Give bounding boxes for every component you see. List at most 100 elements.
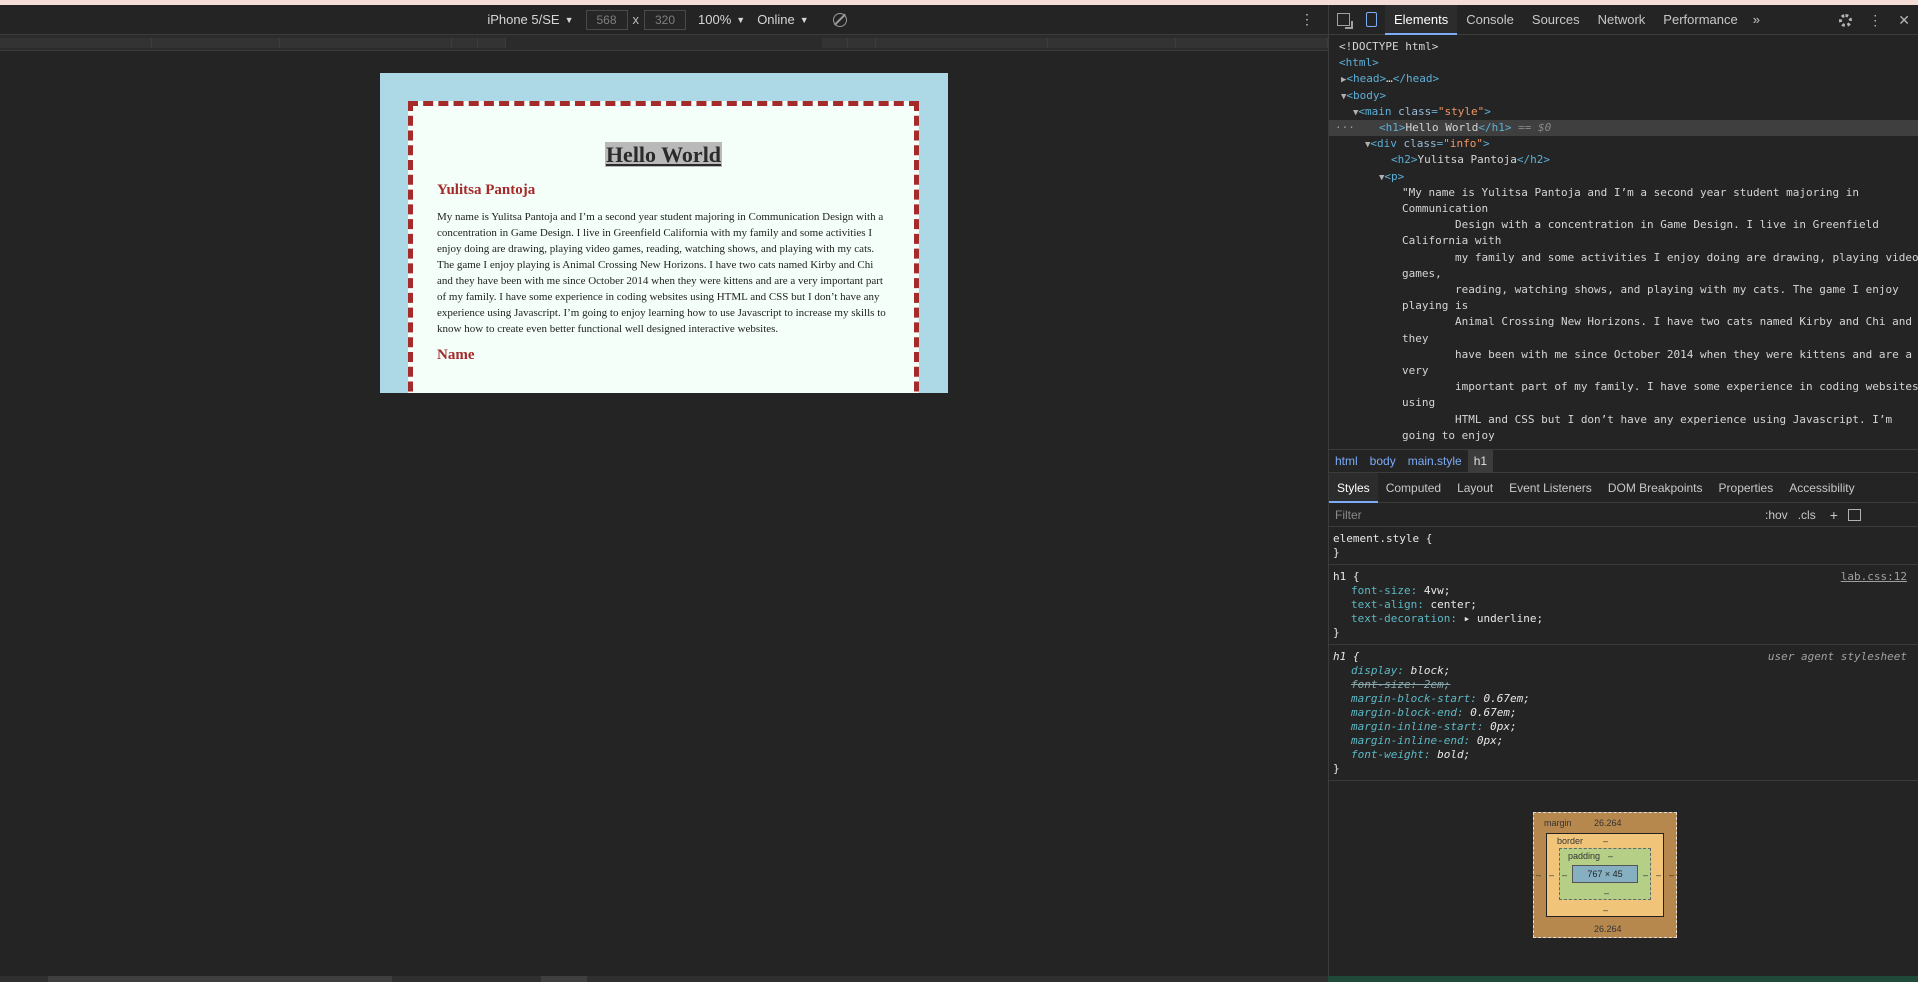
- border-top-value[interactable]: –: [1603, 836, 1608, 846]
- media-query-segment[interactable]: [1048, 38, 1176, 48]
- breadcrumb-html[interactable]: html: [1329, 450, 1364, 472]
- dom-node-p[interactable]: ▼<p>: [1329, 169, 1918, 185]
- breadcrumb-body[interactable]: body: [1364, 450, 1402, 472]
- breadcrumb: html body main.style h1: [1329, 449, 1918, 473]
- more-options-icon[interactable]: ···: [1335, 120, 1355, 136]
- main-attr-value: "style": [1437, 104, 1485, 118]
- media-query-segment[interactable]: [876, 38, 1048, 48]
- media-query-segment[interactable]: [280, 38, 452, 48]
- rotate-icon[interactable]: [832, 12, 847, 27]
- border-left-value[interactable]: –: [1549, 870, 1554, 880]
- network-select[interactable]: Online ▼: [757, 12, 809, 27]
- rule-h1-user-agent[interactable]: h1 { user agent stylesheet display: bloc…: [1329, 645, 1918, 781]
- dom-node-main[interactable]: ▼<main class="style">: [1329, 104, 1918, 120]
- css-property[interactable]: text-decoration: ▸ underline;: [1333, 612, 1915, 626]
- border-bottom-value[interactable]: –: [1603, 905, 1608, 915]
- dimension-inputs: 568 x 320: [585, 9, 687, 30]
- rule-close-brace: }: [1333, 762, 1340, 775]
- new-rule-plus-icon[interactable]: +: [1830, 507, 1838, 523]
- width-input[interactable]: 568: [585, 9, 628, 30]
- media-query-segment[interactable]: [152, 38, 280, 48]
- main-tag-name: main: [1365, 104, 1392, 118]
- dom-node-div-info[interactable]: ▼<div class="info">: [1329, 136, 1918, 152]
- media-query-bar[interactable]: [0, 35, 1328, 51]
- tab-properties[interactable]: Properties: [1711, 473, 1782, 503]
- class-toggle-button[interactable]: .cls: [1798, 508, 1816, 522]
- dom-node-doctype[interactable]: <!DOCTYPE html>: [1329, 39, 1918, 55]
- tab-layout[interactable]: Layout: [1449, 473, 1501, 503]
- media-query-segment[interactable]: [822, 38, 848, 48]
- kebab-menu-icon[interactable]: ⋮: [1300, 11, 1314, 28]
- dom-node-html[interactable]: <html>: [1329, 55, 1918, 71]
- media-query-segment[interactable]: [848, 38, 876, 48]
- media-query-segment[interactable]: [0, 38, 152, 48]
- dom-node-h1-selected[interactable]: ··· <h1>Hello World</h1> == $0: [1329, 119, 1918, 137]
- bio-paragraph: My name is Yulitsa Pantoja and I’m a sec…: [437, 211, 886, 335]
- dom-text-node[interactable]: "My name is Yulitsa Pantoja and I’m a se…: [1329, 185, 1918, 444]
- tab-elements[interactable]: Elements: [1385, 4, 1458, 35]
- property-value[interactable]: underline;: [1477, 612, 1543, 625]
- box-model-content[interactable]: 767 × 45: [1572, 865, 1638, 883]
- padding-top-value[interactable]: –: [1608, 851, 1613, 861]
- breadcrumb-main[interactable]: main.style: [1402, 450, 1468, 472]
- expand-triangle-icon[interactable]: ▸: [1464, 612, 1477, 625]
- devtools-panel: Elements Console Sources Network Perform…: [1328, 4, 1918, 976]
- zoom-select[interactable]: 100% ▼: [698, 12, 745, 27]
- styles-tabbar: Styles Computed Layout Event Listeners D…: [1329, 472, 1918, 503]
- margin-top-value[interactable]: 26.264: [1594, 818, 1622, 828]
- tab-accessibility[interactable]: Accessibility: [1781, 473, 1862, 503]
- more-tabs-icon[interactable]: »: [1747, 12, 1766, 27]
- margin-left-value[interactable]: –: [1536, 870, 1541, 880]
- padding-bottom-value[interactable]: –: [1604, 888, 1609, 898]
- property-name: text-decoration: [1351, 612, 1451, 625]
- device-select[interactable]: iPhone 5/SE ▼: [487, 12, 573, 27]
- tab-network[interactable]: Network: [1589, 5, 1655, 35]
- tab-console[interactable]: Console: [1457, 5, 1523, 35]
- height-input[interactable]: 320: [644, 9, 687, 30]
- tab-sources[interactable]: Sources: [1523, 5, 1589, 35]
- main-style-container: Hello World Yulitsa Pantoja My name is Y…: [408, 101, 919, 393]
- computed-sidebar-icon[interactable]: [1847, 508, 1861, 521]
- kebab-menu-icon[interactable]: ⋮: [1868, 12, 1882, 29]
- property-value[interactable]: 4vw;: [1424, 584, 1451, 597]
- rule-element-style[interactable]: element.style { }: [1329, 527, 1918, 565]
- hover-state-button[interactable]: :hov: [1765, 508, 1788, 522]
- dom-node-body[interactable]: ▼<body>: [1329, 88, 1918, 104]
- breadcrumb-h1[interactable]: h1: [1467, 450, 1494, 472]
- head-close-tag: </head>: [1392, 72, 1440, 86]
- property-name: font-size: [1351, 678, 1411, 691]
- tab-computed[interactable]: Computed: [1378, 473, 1449, 503]
- margin-right-value[interactable]: –: [1669, 870, 1674, 880]
- tab-styles[interactable]: Styles: [1329, 472, 1378, 503]
- padding-left-value[interactable]: –: [1562, 870, 1567, 880]
- property-value[interactable]: center;: [1430, 598, 1476, 611]
- tab-event-listeners[interactable]: Event Listeners: [1501, 473, 1600, 503]
- network-label: Online: [757, 12, 795, 27]
- box-model-border: border – – – – padding – – – – 767 × 45: [1546, 833, 1664, 917]
- settings-gear-icon[interactable]: [1839, 13, 1853, 27]
- tab-dom-breakpoints[interactable]: DOM Breakpoints: [1600, 473, 1711, 503]
- media-query-segment[interactable]: [1176, 38, 1328, 48]
- dom-node-h2[interactable]: <h2>Yulitsa Pantoja</h2>: [1329, 152, 1918, 168]
- border-right-value[interactable]: –: [1656, 870, 1661, 880]
- inspect-element-button[interactable]: [1329, 5, 1357, 35]
- margin-bottom-value[interactable]: 26.264: [1594, 924, 1622, 934]
- padding-right-value[interactable]: –: [1643, 870, 1648, 880]
- name-heading: Name: [437, 347, 475, 363]
- close-icon[interactable]: ✕: [1898, 12, 1910, 29]
- element-style-selector: element.style {: [1333, 532, 1433, 545]
- rule-h1-lab-css[interactable]: h1 { lab.css:12 font-size: 4vw; text-ali…: [1329, 565, 1918, 645]
- css-property[interactable]: text-align: center;: [1333, 598, 1915, 612]
- property-name: font-weight: [1351, 748, 1424, 761]
- media-query-segment[interactable]: [478, 38, 506, 48]
- body-tag: <body>: [1346, 88, 1387, 102]
- dom-node-head[interactable]: ▶<head>…</head>: [1329, 71, 1918, 87]
- tab-performance[interactable]: Performance: [1654, 5, 1746, 35]
- media-query-segment[interactable]: [452, 38, 478, 48]
- styles-filter-input[interactable]: Filter: [1335, 508, 1755, 522]
- device-toggle-button[interactable]: [1357, 5, 1385, 35]
- css-property[interactable]: font-size: 4vw;: [1333, 584, 1915, 598]
- rule-source-link[interactable]: lab.css:12: [1841, 570, 1907, 584]
- caret-down-icon: ▼: [799, 14, 809, 25]
- emulated-page[interactable]: Hello World Yulitsa Pantoja My name is Y…: [380, 73, 948, 393]
